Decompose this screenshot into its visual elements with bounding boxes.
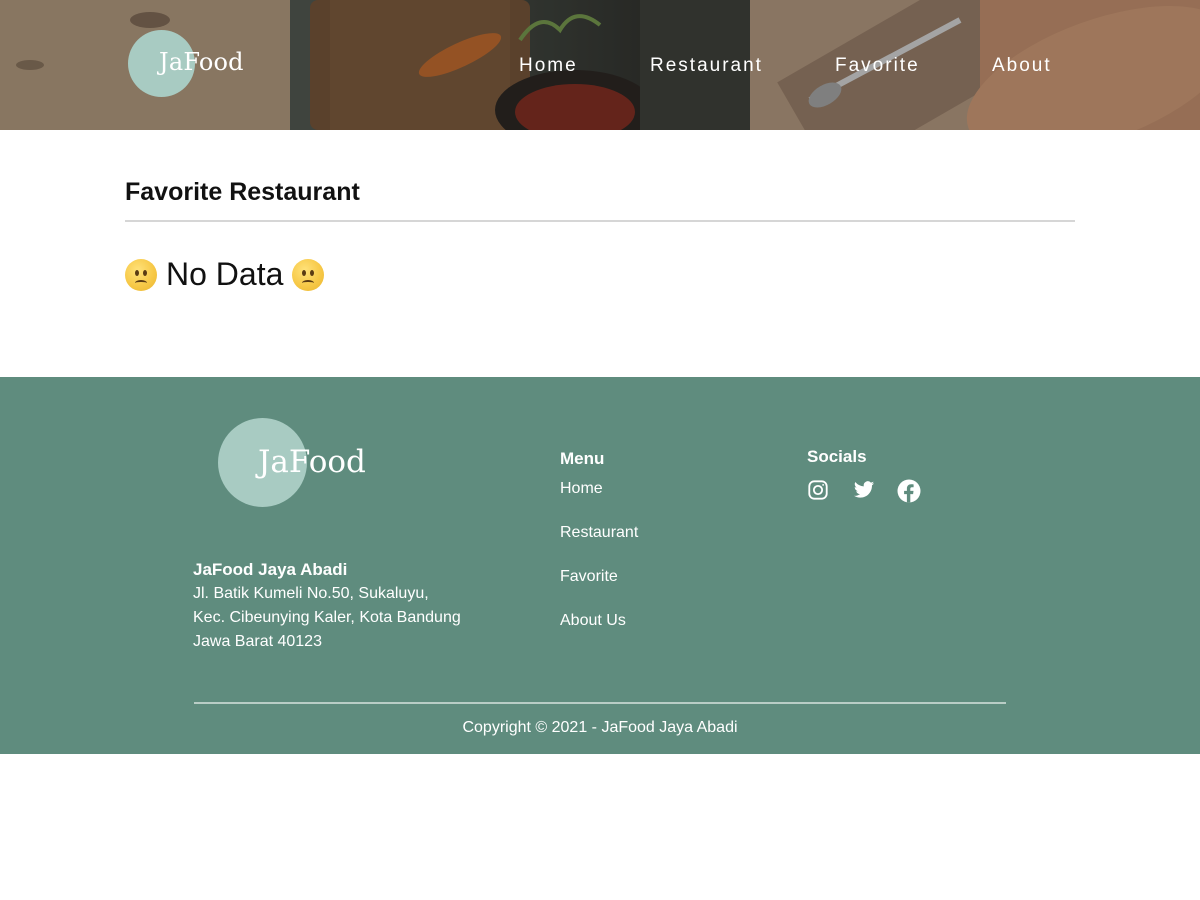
address-line-2: Kec. Cibeunying Kaler, Kota Bandung [193,609,461,626]
footer-socials: Socials [807,447,921,503]
footer-socials-title: Socials [807,447,867,466]
title-divider [125,220,1075,222]
company-info: JaFood Jaya Abadi Jl. Batik Kumeli No.50… [193,558,461,654]
company-name: JaFood Jaya Abadi [193,560,348,579]
footer-link-favorite[interactable]: Favorite [560,568,618,585]
footer-menu: Menu Home Restaurant Favorite About Us [560,449,638,655]
footer-link-about-us[interactable]: About Us [560,612,626,629]
footer-logo[interactable]: JaFood [218,418,378,508]
page-title: Favorite Restaurant [125,178,360,206]
empty-state: No Data [125,256,325,293]
footer-divider [194,702,1006,704]
copyright-text: Copyright © 2021 - JaFood Jaya Abadi [462,719,738,736]
footer-link-home[interactable]: Home [560,480,603,497]
hero-header: JaFood Home Restaurant Favorite About [0,0,1200,130]
sad-face-icon [125,258,157,291]
twitter-icon[interactable] [852,479,875,501]
footer-link-restaurant[interactable]: Restaurant [560,524,638,541]
nav-about-link[interactable]: About [992,55,1052,77]
address-line-3: Jawa Barat 40123 [193,633,322,650]
site-footer: JaFood JaFood Jaya Abadi Jl. Batik Kumel… [0,377,1200,754]
nav-home-link[interactable]: Home [519,55,578,77]
footer-menu-title: Menu [560,449,605,468]
facebook-icon[interactable] [897,479,921,503]
footer-menu-list: Home Restaurant Favorite About Us [560,479,638,655]
nav-restaurant-link[interactable]: Restaurant [650,55,763,77]
social-icons [807,479,921,503]
sad-face-icon [292,258,325,291]
main-nav: Home Restaurant Favorite About [0,55,1200,81]
footer-logo-text: JaFood [258,444,366,480]
instagram-icon[interactable] [807,479,829,501]
nav-favorite-link[interactable]: Favorite [835,55,920,77]
address-line-1: Jl. Batik Kumeli No.50, Sukaluyu, [193,585,429,602]
empty-message: No Data [166,256,284,292]
